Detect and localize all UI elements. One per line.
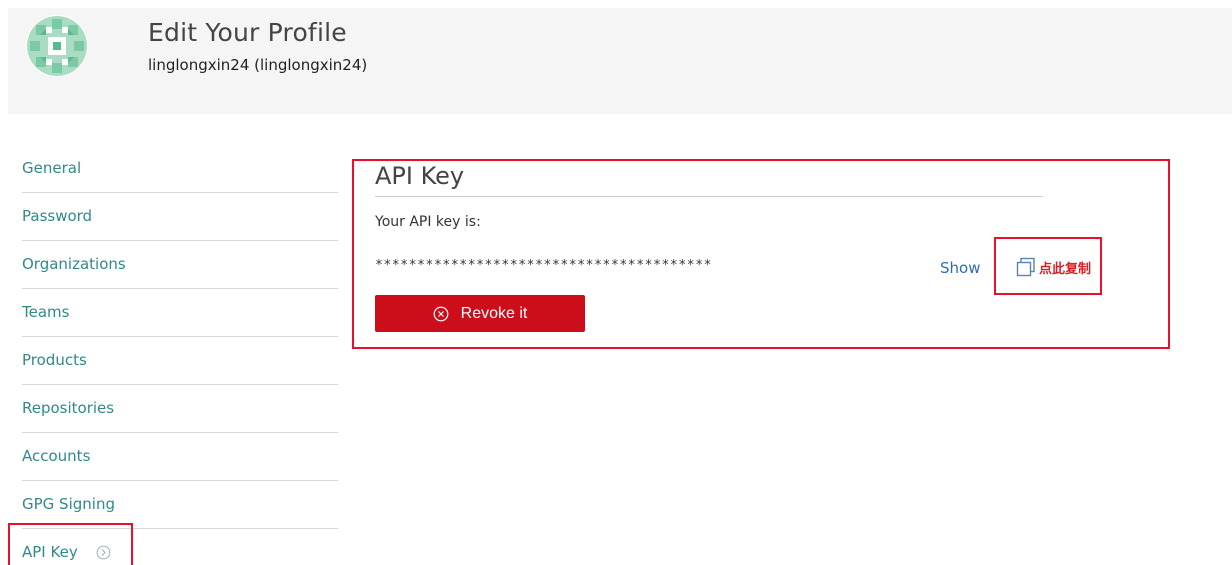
api-key-label: Your API key is: bbox=[375, 214, 481, 230]
revoke-button-label: Revoke it bbox=[460, 304, 528, 322]
sidebar-item-organizations[interactable]: Organizations bbox=[22, 241, 338, 289]
profile-header: Edit Your Profile linglongxin24 (linglon… bbox=[8, 8, 1232, 114]
sidebar-item-label: GPG Signing bbox=[22, 495, 115, 513]
page-title: Edit Your Profile bbox=[148, 18, 347, 47]
copy-api-key-button[interactable]: 点此复制 bbox=[1015, 256, 1091, 278]
show-api-key-link[interactable]: Show bbox=[940, 259, 980, 277]
copy-icon bbox=[1016, 257, 1035, 277]
sidebar-item-teams[interactable]: Teams bbox=[22, 289, 338, 337]
revoke-api-key-button[interactable]: Revoke it bbox=[375, 295, 585, 332]
api-key-value: **************************************** bbox=[375, 258, 713, 273]
api-key-heading: API Key bbox=[375, 162, 465, 190]
sidebar-item-label: Password bbox=[22, 207, 93, 225]
sidebar-item-label: Organizations bbox=[22, 255, 126, 273]
chevron-circle-right-icon bbox=[97, 545, 111, 560]
sidebar-item-label: Repositories bbox=[22, 399, 115, 417]
sidebar-item-label: Accounts bbox=[22, 447, 91, 465]
sidebar-nav: General Password Organizations Teams Pro… bbox=[22, 145, 338, 565]
sidebar-item-label: General bbox=[22, 159, 82, 177]
sidebar-item-gpg-signing[interactable]: GPG Signing bbox=[22, 481, 338, 529]
close-circle-icon bbox=[433, 306, 449, 321]
heading-divider bbox=[375, 196, 1043, 197]
copy-label: 点此复制 bbox=[1039, 261, 1092, 277]
sidebar-item-label: API Key bbox=[22, 543, 78, 561]
sidebar-item-label: Teams bbox=[22, 303, 70, 321]
sidebar-item-products[interactable]: Products bbox=[22, 337, 338, 385]
sidebar-item-accounts[interactable]: Accounts bbox=[22, 433, 338, 481]
sidebar-item-password[interactable]: Password bbox=[22, 193, 338, 241]
sidebar-item-general[interactable]: General bbox=[22, 145, 338, 193]
profile-username: linglongxin24 (linglongxin24) bbox=[148, 56, 368, 74]
sidebar-item-label: Products bbox=[22, 351, 87, 369]
sidebar-item-api-key[interactable]: API Key bbox=[22, 529, 338, 565]
sidebar-item-repositories[interactable]: Repositories bbox=[22, 385, 338, 433]
avatar bbox=[26, 15, 88, 77]
profile-page: Edit Your Profile linglongxin24 (linglon… bbox=[0, 0, 1232, 565]
